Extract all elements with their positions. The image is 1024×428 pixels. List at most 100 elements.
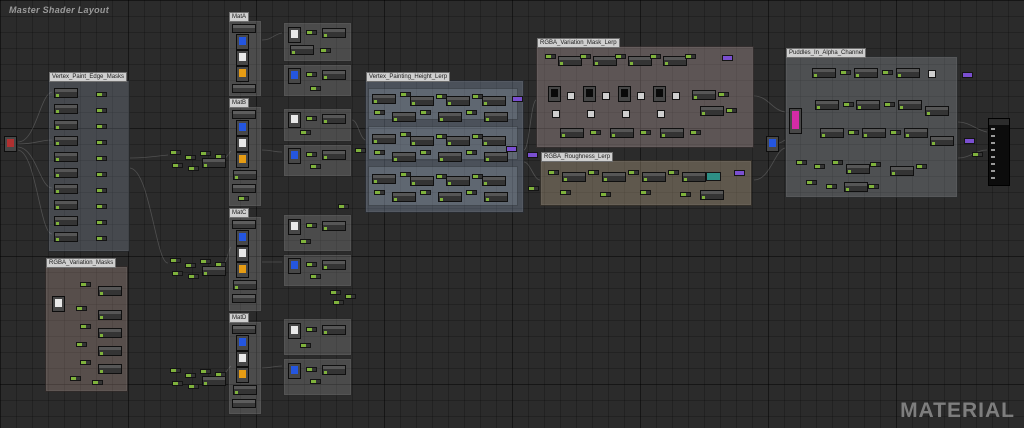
- node-texO[interactable]: [236, 262, 249, 278]
- node-gd[interactable]: [660, 128, 684, 138]
- node-g[interactable]: [215, 154, 226, 159]
- comment-label[interactable]: RGBA_Roughness_Lerp: [541, 152, 614, 162]
- node-g[interactable]: [76, 306, 87, 311]
- node-gd[interactable]: [202, 376, 226, 386]
- node-g[interactable]: [215, 262, 226, 267]
- comment-label[interactable]: RGBA_Variation_Mask_Lerp: [537, 38, 620, 48]
- node-g[interactable]: [300, 343, 311, 348]
- node-gd[interactable]: [54, 152, 78, 162]
- node-gd[interactable]: [54, 168, 78, 178]
- node-texBlue[interactable]: [236, 34, 249, 50]
- node-g[interactable]: [185, 373, 196, 378]
- node-gd[interactable]: [484, 192, 508, 202]
- node-g[interactable]: [172, 271, 183, 276]
- node-g[interactable]: [814, 164, 825, 169]
- node-g[interactable]: [718, 92, 729, 97]
- node-gd[interactable]: [410, 96, 434, 106]
- node-gd[interactable]: [54, 120, 78, 130]
- node-g[interactable]: [96, 188, 107, 193]
- node-g[interactable]: [972, 152, 983, 157]
- node-g[interactable]: [76, 342, 87, 347]
- node-g[interactable]: [200, 369, 211, 374]
- node-gd[interactable]: [290, 45, 314, 55]
- node-texW[interactable]: [288, 219, 301, 235]
- node-gd[interactable]: [98, 364, 122, 374]
- node-g[interactable]: [170, 368, 181, 373]
- node-texB[interactable]: [653, 86, 666, 102]
- node-gd[interactable]: [890, 166, 914, 176]
- node-texO[interactable]: [236, 367, 249, 383]
- node-g[interactable]: [306, 30, 317, 35]
- node-g[interactable]: [690, 130, 701, 135]
- node-gd[interactable]: [862, 128, 886, 138]
- node-gd[interactable]: [602, 172, 626, 182]
- node-g[interactable]: [96, 92, 107, 97]
- node-purple[interactable]: [962, 72, 973, 78]
- node-gs[interactable]: [602, 92, 610, 100]
- node-g[interactable]: [870, 162, 881, 167]
- node-d[interactable]: [232, 399, 256, 408]
- node-texBlue[interactable]: [236, 230, 249, 246]
- node-gd[interactable]: [322, 28, 346, 38]
- node-gd[interactable]: [700, 106, 724, 116]
- node-gd[interactable]: [54, 88, 78, 98]
- node-g[interactable]: [96, 140, 107, 145]
- node-g[interactable]: [170, 150, 181, 155]
- node-texBlue[interactable]: [288, 363, 301, 379]
- node-gd[interactable]: [54, 136, 78, 146]
- node-gd[interactable]: [372, 134, 396, 144]
- node-g[interactable]: [306, 262, 317, 267]
- node-g[interactable]: [310, 379, 321, 384]
- comment-label[interactable]: MatB: [229, 98, 250, 108]
- node-g[interactable]: [545, 54, 556, 59]
- node-g[interactable]: [310, 86, 321, 91]
- node-g[interactable]: [80, 282, 91, 287]
- node-gd[interactable]: [484, 152, 508, 162]
- node-g[interactable]: [345, 294, 356, 299]
- node-g[interactable]: [680, 192, 691, 197]
- comment-label[interactable]: MatA: [229, 12, 250, 22]
- node-g[interactable]: [374, 190, 385, 195]
- node-gd[interactable]: [930, 136, 954, 146]
- node-g[interactable]: [92, 380, 103, 385]
- node-g[interactable]: [306, 72, 317, 77]
- comment-label[interactable]: Vertex_Paint_Edge_Masks: [49, 72, 128, 82]
- node-gs[interactable]: [587, 110, 595, 118]
- node-gd[interactable]: [925, 106, 949, 116]
- node-g[interactable]: [628, 170, 639, 175]
- node-gd[interactable]: [663, 56, 687, 66]
- node-g[interactable]: [96, 108, 107, 113]
- node-gd[interactable]: [856, 100, 880, 110]
- node-gd[interactable]: [482, 96, 506, 106]
- node-g[interactable]: [832, 160, 843, 165]
- node-gd[interactable]: [202, 158, 226, 168]
- node-gs[interactable]: [672, 92, 680, 100]
- node-texB[interactable]: [548, 86, 561, 102]
- node-gd[interactable]: [322, 365, 346, 375]
- node-texW[interactable]: [236, 136, 249, 152]
- node-purple[interactable]: [506, 146, 517, 152]
- node-gd[interactable]: [322, 70, 346, 80]
- node-g[interactable]: [238, 196, 249, 201]
- node-g[interactable]: [306, 367, 317, 372]
- node-g[interactable]: [615, 54, 626, 59]
- node-gd[interactable]: [233, 385, 257, 395]
- node-g[interactable]: [306, 223, 317, 228]
- node-g[interactable]: [726, 108, 737, 113]
- node-texBlue[interactable]: [288, 148, 301, 164]
- node-texW[interactable]: [52, 296, 65, 312]
- comment-label[interactable]: MatD: [229, 313, 250, 323]
- node-gd[interactable]: [98, 310, 122, 320]
- node-g[interactable]: [890, 130, 901, 135]
- node-g[interactable]: [420, 190, 431, 195]
- node-gd[interactable]: [372, 174, 396, 184]
- node-g[interactable]: [640, 130, 651, 135]
- node-gd[interactable]: [446, 136, 470, 146]
- node-texBlue[interactable]: [236, 335, 249, 351]
- node-gs[interactable]: [567, 92, 575, 100]
- node-gd[interactable]: [438, 192, 462, 202]
- node-texW[interactable]: [288, 323, 301, 339]
- node-gd[interactable]: [322, 114, 346, 124]
- node-gd[interactable]: [322, 260, 346, 270]
- comment-label[interactable]: RGBA_Variation_Masks: [46, 258, 117, 268]
